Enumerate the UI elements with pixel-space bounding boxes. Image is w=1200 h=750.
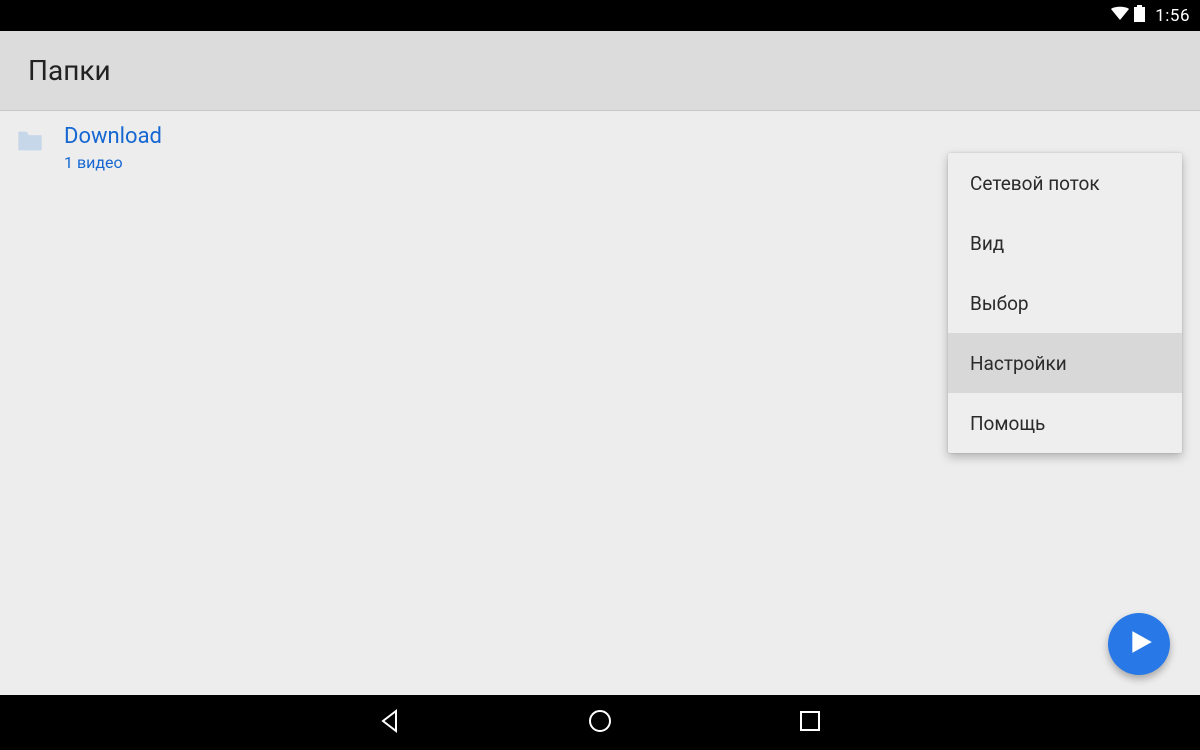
status-bar: 1:56 [0,0,1200,31]
nav-back-button[interactable] [375,708,405,738]
nav-home-button[interactable] [585,708,615,738]
menu-item-help[interactable]: Помощь [948,393,1182,453]
nav-recent-button[interactable] [795,708,825,738]
app-bar: Папки [0,31,1200,111]
menu-item-network-stream[interactable]: Сетевой поток [948,153,1182,213]
menu-item-settings[interactable]: Настройки [948,333,1182,393]
folder-icon [16,129,44,153]
menu-item-view[interactable]: Вид [948,213,1182,273]
back-icon [377,708,403,738]
play-fab[interactable] [1108,613,1170,675]
menu-item-select[interactable]: Выбор [948,273,1182,333]
navigation-bar [0,695,1200,750]
content-area: Download 1 видео Сетевой поток Вид Выбор… [0,111,1200,695]
page-title: Папки [28,54,111,87]
folder-subtitle: 1 видео [64,153,162,172]
battery-icon [1134,5,1145,27]
wifi-icon [1110,5,1130,26]
status-time: 1:56 [1155,6,1190,26]
status-icons: 1:56 [1110,5,1190,27]
folder-title: Download [64,123,162,151]
play-icon [1124,629,1154,659]
overflow-menu: Сетевой поток Вид Выбор Настройки Помощь [948,153,1182,453]
recent-apps-icon [798,709,822,737]
folder-item-text: Download 1 видео [64,123,162,172]
home-icon [587,708,613,738]
